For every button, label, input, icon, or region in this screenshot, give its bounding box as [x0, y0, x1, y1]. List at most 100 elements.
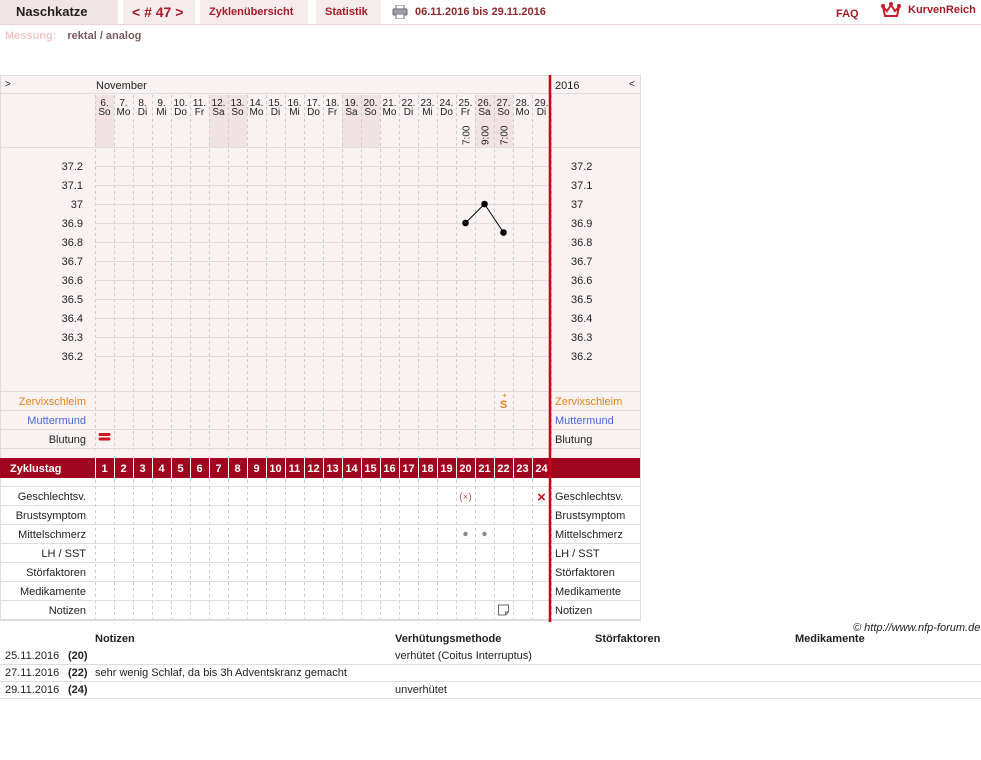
temperature-tick-right: 36.3 — [571, 332, 592, 344]
weekday-label: Mo — [516, 107, 530, 118]
temperature-point — [500, 229, 507, 236]
copyright: © http://www.nfp-forum.de — [853, 622, 981, 634]
cycle-day-number: 9 — [253, 463, 259, 475]
row-cycle-day: (24) — [68, 684, 88, 696]
temperature-tick: 36.4 — [62, 313, 83, 325]
row-cervical-mucus-label-right: Zervixschleim — [555, 396, 622, 408]
weekday-label: Fr — [461, 107, 471, 118]
temperature-tick-right: 37.1 — [571, 180, 592, 192]
printer-icon[interactable] — [392, 5, 408, 19]
row-lh-test-label-right: LH / SST — [555, 548, 600, 560]
divider — [0, 24, 981, 25]
weekday-label: Mo — [383, 107, 397, 118]
chart-title: Naschkatze — [0, 0, 118, 24]
temperature-tick: 37.1 — [62, 180, 83, 192]
row-cervix-label: Muttermund — [27, 415, 86, 427]
cycle-day-number: 18 — [421, 463, 433, 475]
row-intercourse-label-right: Geschlechtsv. — [555, 491, 623, 503]
faq-link[interactable]: FAQ — [836, 8, 859, 20]
nav-prev-arrow[interactable]: > — [5, 79, 11, 90]
weekday-label: Do — [174, 107, 187, 118]
mucus-plus: + — [502, 391, 507, 400]
tab-statistics[interactable]: Statistik — [316, 0, 381, 24]
row-mittelschmerz-label-right: Mittelschmerz — [555, 529, 623, 541]
weekday-label: Mi — [422, 107, 433, 118]
method-header: Verhütungsmethode — [395, 633, 502, 645]
cycle-day-number: 21 — [478, 463, 490, 475]
cycle-day-label: Zyklustag — [10, 463, 61, 475]
notes-header: Notizen — [95, 633, 135, 645]
cycle-day-number: 17 — [402, 463, 414, 475]
temperature-tick-right: 36.6 — [571, 275, 592, 287]
mittelschmerz-marker — [463, 531, 468, 537]
weekday-label: Mi — [289, 107, 300, 118]
measurement-info: Messung: rektal / analog — [5, 30, 141, 42]
year-label: 2016 — [555, 80, 579, 92]
month-label: November — [96, 80, 147, 92]
cycle-day-number: 4 — [158, 463, 165, 475]
cycle-day-number: 8 — [234, 463, 240, 475]
cycle-day-number: 1 — [101, 463, 107, 475]
table-row: 27.11.2016 (22) sehr wenig Schlaf, da bi… — [0, 665, 981, 682]
measurement-label: Messung: — [5, 30, 57, 42]
cycle-day-number: 13 — [326, 463, 338, 475]
temperature-tick-right: 36.8 — [571, 237, 592, 249]
brand-name: KurvenReich — [908, 4, 976, 16]
cycle-day-number: 3 — [139, 463, 145, 475]
temperature-point — [481, 200, 488, 208]
cycle-day-number: 10 — [269, 463, 281, 475]
row-mittelschmerz-label: Mittelschmerz — [18, 529, 86, 541]
temperature-tick: 36.8 — [62, 237, 83, 249]
weekday-label: Di — [271, 107, 280, 118]
cycle-day-number: 7 — [215, 463, 221, 475]
weekday-label: Di — [404, 107, 413, 118]
cycle-day-number: 22 — [497, 463, 509, 475]
temperature-tick-right: 37.2 — [571, 161, 592, 173]
cycle-chart: > November 2016 <6.So7.Mo8.Di9.Mi10.Do11.Fr… — [0, 75, 641, 622]
weekday-label: Mo — [250, 107, 264, 118]
row-cycle-day: (20) — [68, 650, 88, 662]
row-date: 25.11.2016 — [5, 650, 60, 662]
temperature-tick-right: 36.4 — [571, 313, 592, 325]
weekday-label: Fr — [195, 107, 205, 118]
bleeding-marker — [98, 433, 111, 436]
weekday-label: Mo — [117, 107, 131, 118]
measurement-time: 7:00 — [462, 125, 473, 145]
row-cycle-day: (22) — [68, 667, 88, 679]
temperature-tick-right: 36.2 — [571, 351, 592, 363]
cycle-day-number: 2 — [120, 463, 126, 475]
row-cervix-label-right: Muttermund — [555, 415, 614, 427]
weekday-label: Fr — [328, 107, 338, 118]
nav-next-arrow[interactable]: < — [629, 79, 635, 90]
weekday-label: So — [364, 107, 377, 118]
table-row: 29.11.2016 (24) unverhütet — [0, 682, 981, 699]
cycle-navigation[interactable]: < # 47 > — [123, 0, 195, 24]
logo-icon — [881, 2, 901, 17]
row-method: unverhütet — [395, 684, 447, 696]
weekday-label: So — [98, 107, 111, 118]
note-icon[interactable] — [498, 604, 509, 616]
bleeding-marker — [98, 437, 111, 441]
cycle-day-number: 15 — [364, 463, 376, 475]
row-lh-test-label: LH / SST — [41, 548, 86, 560]
medication-header: Medikamente — [795, 633, 865, 645]
row-date: 29.11.2016 — [5, 684, 60, 696]
row-date: 27.11.2016 — [5, 667, 60, 679]
temperature-tick: 36.2 — [62, 351, 83, 363]
cycle-day-number: 6 — [196, 463, 202, 475]
temperature-tick: 36.9 — [62, 218, 83, 230]
cycle-day-number: 23 — [516, 463, 528, 475]
mittelschmerz-marker — [482, 531, 487, 537]
tab-cycle-overview[interactable]: Zyklenübersicht — [200, 0, 308, 24]
cycle-day-number: 16 — [383, 463, 395, 475]
table-row: 25.11.2016 (20) verhütet (Coitus Interru… — [0, 648, 981, 665]
cycle-day-number: 11 — [289, 463, 301, 475]
weekday-label: So — [497, 107, 510, 118]
row-bleeding-label-right: Blutung — [555, 434, 592, 446]
weekday-label: Sa — [212, 107, 225, 118]
weekday-label: Sa — [345, 107, 358, 118]
row-disturbance-label-right: Störfaktoren — [555, 567, 615, 579]
temperature-tick-right: 37 — [571, 199, 583, 211]
temperature-tick-right: 36.5 — [571, 294, 592, 306]
row-intercourse-label: Geschlechtsv. — [18, 491, 86, 503]
